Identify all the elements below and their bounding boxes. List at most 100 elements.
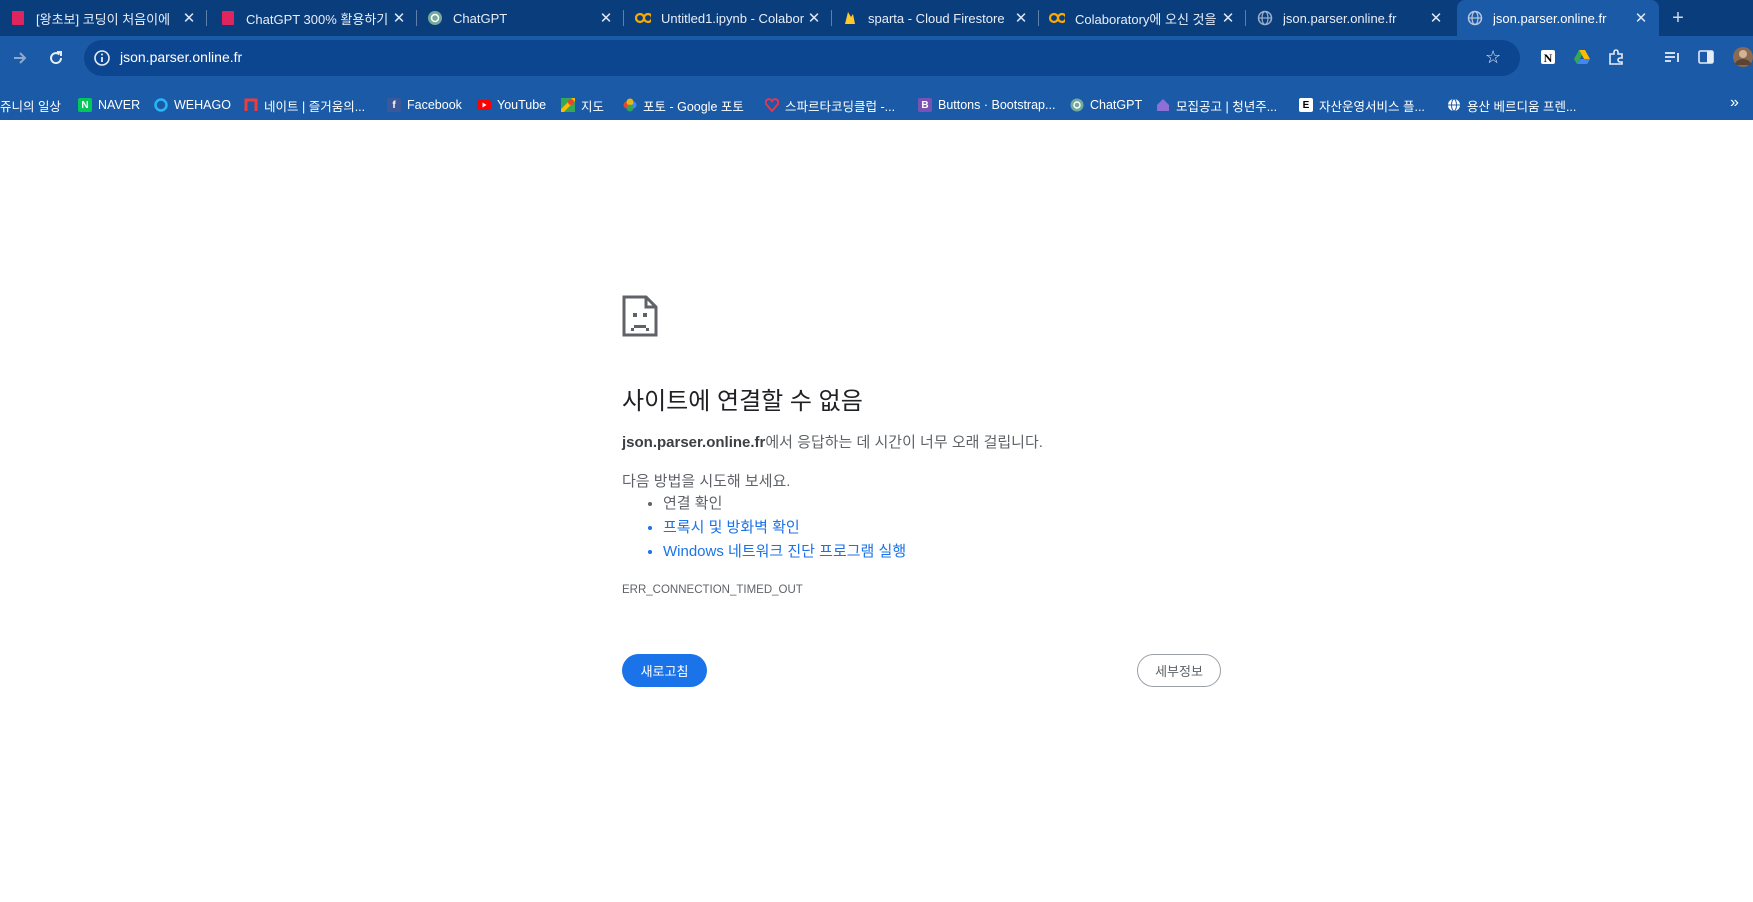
tab-title: Untitled1.ipynb - Colabor [661, 10, 804, 26]
site-info-icon[interactable] [93, 49, 111, 67]
suggestions-list: 연결 확인 프록시 및 방화벽 확인 Windows 네트워크 진단 프로그램 … [622, 492, 906, 564]
error-host: json.parser.online.fr [622, 434, 766, 451]
bookmark-item[interactable]: B Buttons · Bootstrap... [918, 90, 1055, 120]
bookmark-item[interactable]: ChatGPT [1070, 90, 1142, 120]
google-drive-extension-icon[interactable] [1570, 45, 1594, 69]
bookmark-label: ChatGPT [1090, 98, 1143, 112]
tab[interactable]: ChatGPT ✕ [417, 0, 624, 36]
bookmark-item[interactable]: N NAVER [78, 90, 140, 120]
extensions-puzzle-icon[interactable] [1604, 45, 1628, 69]
bookmark-item[interactable]: f Facebook [387, 90, 462, 120]
bookmark-label: 모집공고 | 청년주... [1176, 99, 1278, 114]
bookmark-label: 네이트 | 즐거움의... [264, 99, 366, 114]
bookmark-item[interactable]: 쥬니의 일상 [0, 90, 61, 120]
profile-avatar[interactable] [1731, 45, 1753, 69]
tab-strip: [왕초보] 코딩이 처음이에 ✕ ChatGPT 300% 활용하기 ✕ Cha… [0, 0, 1753, 36]
close-icon[interactable]: ✕ [596, 9, 616, 27]
suggestions-heading: 다음 방법을 시도해 보세요. [622, 473, 791, 490]
bookmark-label: 쥬니의 일상 [0, 99, 61, 114]
forward-button[interactable] [6, 44, 34, 72]
maps-icon [561, 98, 575, 112]
close-icon[interactable]: ✕ [804, 9, 824, 27]
close-icon[interactable]: ✕ [1011, 9, 1031, 27]
firebase-icon [842, 10, 858, 26]
tab[interactable]: json.parser.online.fr ✕ [1247, 0, 1454, 36]
close-icon[interactable]: ✕ [179, 9, 199, 27]
bookmark-item[interactable]: 용산 베르디움 프렌... [1447, 90, 1576, 120]
tab-title: json.parser.online.fr [1283, 10, 1397, 26]
reload-icon [50, 51, 63, 65]
wehago-icon [154, 98, 168, 112]
globe-icon [1257, 10, 1273, 26]
arrow-right-icon [14, 52, 27, 64]
tab-title: ChatGPT 300% 활용하기 [246, 11, 389, 27]
error-code: ERR_CONNECTION_TIMED_OUT [622, 584, 803, 596]
tab[interactable]: ChatGPT 300% 활용하기 ✕ [210, 0, 417, 36]
bookmark-label: 자산운영서비스 플... [1319, 99, 1425, 114]
suggestion-check-proxy-link[interactable]: 프록시 및 방화벽 확인 [663, 516, 906, 540]
house-icon [1156, 98, 1170, 112]
bookmark-label: 스파르타코딩클럽 -... [785, 99, 896, 114]
chatgpt-icon [427, 10, 443, 26]
bookmark-label: 지도 [581, 99, 605, 114]
book-icon [220, 10, 236, 26]
bookmark-item[interactable]: 포토 - Google 포토 [623, 90, 744, 120]
facebook-icon: f [387, 98, 401, 112]
tab-separator [206, 10, 207, 26]
tab[interactable]: Colaboratory에 오신 것을 ✕ [1039, 0, 1246, 36]
close-icon[interactable]: ✕ [1631, 9, 1651, 27]
reload-button[interactable] [42, 44, 70, 72]
new-tab-button[interactable]: + [1666, 6, 1690, 30]
sparta-icon [765, 98, 779, 112]
svg-text:N: N [1544, 51, 1553, 65]
details-button[interactable]: 세부정보 [1137, 654, 1221, 687]
tab-title: ChatGPT [453, 10, 508, 26]
tab[interactable]: sparta - Cloud Firestore ✕ [832, 0, 1039, 36]
close-icon[interactable]: ✕ [389, 9, 409, 27]
bookmark-item[interactable]: 지도 [561, 90, 604, 120]
close-icon[interactable]: ✕ [1218, 9, 1238, 27]
notion-extension-icon[interactable]: N [1536, 45, 1560, 69]
colab-icon [635, 10, 651, 26]
bookmark-label: 포토 - Google 포토 [643, 99, 744, 114]
bookmark-label: Buttons · Bootstrap... [938, 98, 1056, 112]
bookmark-item[interactable]: 네이트 | 즐거움의... [244, 90, 365, 120]
e-icon: E [1299, 98, 1313, 112]
close-icon[interactable]: ✕ [1426, 9, 1446, 27]
bookmark-star-icon[interactable]: ☆ [1485, 47, 1501, 68]
colab-icon [1049, 10, 1065, 26]
book-icon [10, 10, 26, 26]
bookmarks-bar: 쥬니의 일상 N NAVER WEHAGO 네이트 | 즐거움의... f Fa… [0, 90, 1753, 120]
tab-title: json.parser.online.fr [1493, 10, 1607, 26]
suggestion-run-diagnostics-link[interactable]: Windows 네트워크 진단 프로그램 실행 [663, 540, 906, 564]
address-bar[interactable]: json.parser.online.fr ☆ [84, 40, 1520, 76]
url-text[interactable]: json.parser.online.fr [120, 49, 242, 65]
tab-title: [왕초보] 코딩이 처음이에 [36, 11, 171, 27]
bookmark-label: WEHAGO [174, 98, 231, 112]
bookmark-label: Facebook [407, 98, 462, 112]
bookmark-label: YouTube [497, 98, 547, 112]
bookmark-item[interactable]: WEHAGO [154, 90, 231, 120]
tab[interactable]: Untitled1.ipynb - Colabor ✕ [625, 0, 832, 36]
bookmark-item[interactable]: E 자산운영서비스 플... [1299, 90, 1425, 120]
naver-icon: N [78, 98, 92, 112]
side-panel-icon[interactable] [1694, 45, 1718, 69]
globe-icon [1467, 10, 1483, 26]
bookmark-item[interactable]: YouTube [477, 90, 546, 120]
tab-title: sparta - Cloud Firestore [868, 10, 1005, 26]
bookmark-label: 용산 베르디움 프렌... [1467, 99, 1577, 114]
tab-active[interactable]: json.parser.online.fr ✕ [1457, 0, 1659, 36]
toolbar: json.parser.online.fr ☆ N [0, 36, 1753, 90]
youtube-icon [477, 98, 491, 112]
nate-icon [244, 98, 258, 112]
media-controls-icon[interactable] [1660, 45, 1684, 69]
tab[interactable]: [왕초보] 코딩이 처음이에 ✕ [0, 0, 207, 36]
more-bookmarks-icon[interactable]: » [1730, 94, 1739, 112]
bookmark-item[interactable]: 스파르타코딩클럽 -... [765, 90, 895, 120]
error-description: json.parser.online.fr에서 응답하는 데 시간이 너무 오래… [622, 431, 1043, 452]
reload-page-button[interactable]: 새로고침 [622, 654, 707, 687]
bookmark-item[interactable]: 모집공고 | 청년주... [1156, 90, 1277, 120]
sad-page-icon [622, 295, 658, 337]
bootstrap-icon: B [918, 98, 932, 112]
tab-separator [623, 10, 624, 26]
